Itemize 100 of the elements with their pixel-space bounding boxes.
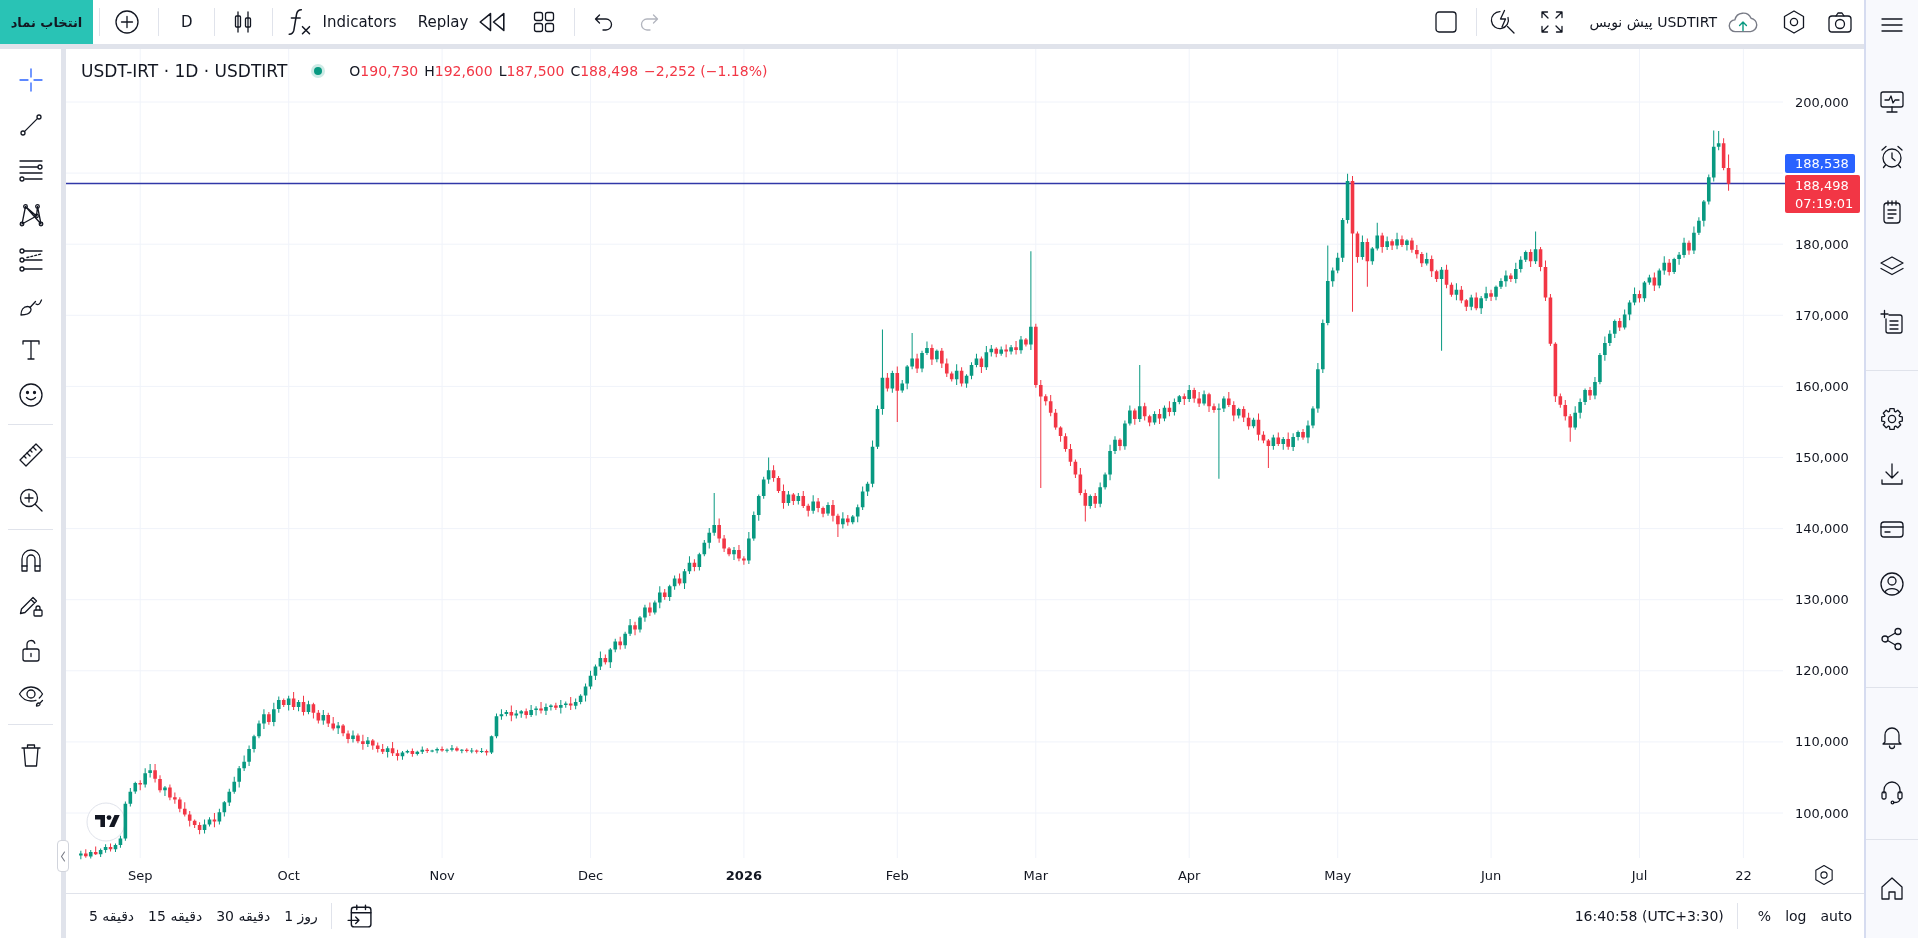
- candlestick: [831, 500, 835, 522]
- dotted-lines-icon[interactable]: [16, 245, 45, 274]
- candlestick: [826, 502, 830, 516]
- candlestick: [237, 766, 241, 788]
- candlestick: [450, 745, 454, 752]
- time-axis-label: Apr: [1177, 867, 1201, 883]
- candlestick: [519, 709, 524, 718]
- timeframe-button[interactable]: 5 دقیقه: [82, 901, 142, 931]
- candlestick: [514, 709, 519, 719]
- candlestick: [1311, 406, 1315, 429]
- countdown-timer: 07:19:01: [1795, 195, 1854, 211]
- clock-button[interactable]: 16:40:58 (UTC+3:30): [1569, 901, 1729, 931]
- smiley-icon[interactable]: [16, 380, 45, 409]
- price-axis-label: 170,000: [1795, 307, 1849, 323]
- replay-button[interactable]: Replay: [413, 5, 508, 39]
- candlestick: [143, 768, 147, 788]
- candlestick: [568, 697, 573, 710]
- candlestick: [148, 763, 152, 778]
- candlestick: [657, 586, 662, 609]
- candlestick: [1687, 240, 1691, 255]
- candlestick: [187, 810, 192, 827]
- candlestick: [1593, 377, 1597, 400]
- timeframe-button[interactable]: 1 روز: [277, 901, 325, 931]
- scale-toggle[interactable]: %: [1750, 901, 1779, 931]
- ohlc-value: L187,500: [498, 63, 565, 79]
- hexagon-icon[interactable]: [1815, 865, 1833, 885]
- line-price-tag: 188,538: [1785, 154, 1855, 173]
- time-axis-label: Dec: [577, 867, 604, 883]
- scale-toggle[interactable]: auto: [1813, 901, 1859, 931]
- calendar-icon[interactable]: [346, 904, 372, 928]
- price-axis-label: 160,000: [1795, 378, 1849, 394]
- candlestick: [272, 702, 276, 727]
- candlestick: [1236, 407, 1241, 419]
- candlestick: [1038, 380, 1043, 489]
- candlestick: [1004, 344, 1008, 358]
- time-axis-label: 22: [1735, 867, 1752, 883]
- indicators-button[interactable]: Indicators: [284, 5, 401, 39]
- candlestick: [806, 503, 811, 517]
- horizontal-line[interactable]: [66, 182, 1786, 185]
- candlestick: [633, 621, 637, 636]
- function-icon: [286, 8, 311, 36]
- candlestick: [1281, 436, 1286, 450]
- list-add-icon[interactable]: [1878, 307, 1906, 336]
- candlestick: [534, 706, 538, 716]
- plus-circle-icon[interactable]: [113, 8, 141, 36]
- scale-toggle[interactable]: log: [1778, 901, 1814, 931]
- candlestick: [855, 504, 860, 523]
- time-axis-label: Mar: [1023, 867, 1049, 883]
- timeframe-button[interactable]: 15 دقیقه: [141, 901, 210, 931]
- ohlc-value: C188,498: [570, 63, 639, 79]
- collapse-handle[interactable]: [57, 840, 69, 872]
- candlestick: [1385, 236, 1389, 250]
- candlestick: [212, 813, 217, 828]
- candlestick: [1197, 392, 1201, 407]
- candlestick: [1400, 235, 1404, 247]
- candlestick: [559, 699, 563, 714]
- time-axis-label: Oct: [277, 867, 300, 883]
- logo-icon[interactable]: [86, 802, 126, 842]
- cloud-upload-icon[interactable]: [1728, 11, 1758, 33]
- candlestick: [1518, 256, 1523, 273]
- interval-button[interactable]: D: [175, 5, 199, 39]
- candlestick: [1573, 406, 1577, 430]
- candlestick: [895, 366, 900, 422]
- candlestick: [1395, 232, 1399, 250]
- candlestick: [628, 618, 632, 636]
- candlestick: [163, 786, 167, 796]
- candlestick: [1212, 403, 1216, 413]
- candlestick: [524, 708, 528, 719]
- candlestick: [267, 712, 271, 725]
- candlestick: [529, 704, 533, 717]
- price-axis-label: 140,000: [1795, 521, 1849, 537]
- candlestick: [1182, 393, 1187, 405]
- candlestick: [1014, 340, 1018, 355]
- candlestick: [247, 745, 251, 767]
- candlestick: [1568, 414, 1573, 442]
- user-icon[interactable]: [1878, 569, 1906, 598]
- candlestick: [1588, 387, 1592, 400]
- layout-name-button[interactable]: USDTIRT پیش نویس: [1589, 5, 1717, 39]
- chevron-icon: [60, 850, 66, 862]
- candlestick: [1029, 251, 1033, 351]
- timeframe-button[interactable]: 30 دقیقه: [209, 901, 278, 931]
- candlestick: [1009, 345, 1013, 355]
- candlestick: [1390, 239, 1394, 250]
- price-axis-label: 200,000: [1795, 94, 1849, 110]
- candlestick: [999, 346, 1003, 356]
- candlestick: [653, 600, 657, 615]
- candlestick: [1499, 278, 1503, 289]
- candlestick: [544, 703, 548, 715]
- last-price-label: 188,498: [1795, 177, 1849, 193]
- candlestick: [361, 734, 365, 750]
- candlestick: [1578, 398, 1582, 419]
- symbol-search-button[interactable]: انتخاب نماد: [0, 0, 93, 44]
- candlestick: [1484, 286, 1488, 302]
- ohlc-value: O190,730: [349, 63, 419, 79]
- price-axis-label: 100,000: [1795, 805, 1849, 821]
- ohlc-value: H192,600: [424, 63, 493, 79]
- candlestick: [331, 717, 335, 731]
- time-axis-label: Jun: [1480, 867, 1502, 883]
- candlestick: [1489, 289, 1493, 302]
- candlestick: [474, 749, 479, 754]
